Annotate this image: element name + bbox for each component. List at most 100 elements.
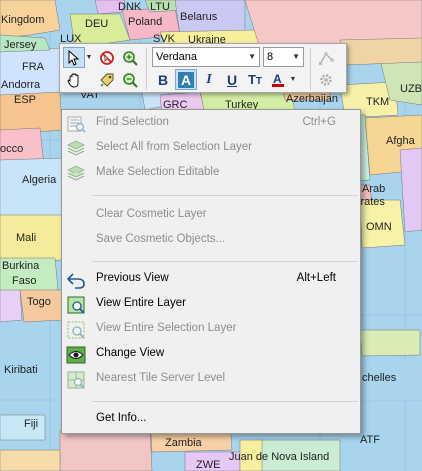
hand-icon [67,73,79,87]
map-label: FRA [22,61,45,73]
menu-item-save-cosmetic-objects[interactable]: Save Cosmetic Objects... [64,229,358,252]
menu-item-previous-view[interactable]: Previous View Alt+Left [64,268,358,291]
menu-item-select-all-from-selection-layer[interactable]: Select All from Selection Layer [64,137,358,160]
gear-icon [320,73,332,86]
previous-view-icon [67,273,85,289]
label-tag-icon [100,73,114,87]
change-view-icon [66,346,86,364]
select-tool-dropdown[interactable]: ▼ [84,47,94,68]
italic-button[interactable]: I [198,69,220,90]
menu-item-shortcut: Alt+Left [296,272,336,284]
map-label: Kiribati [4,364,38,376]
font-color-dropdown[interactable]: ▼ [288,69,298,90]
menu-item-label: Change View [96,347,165,359]
menu-item-label: Get Info... [96,412,147,424]
map-label: LTU [150,1,170,13]
map-label: occo [0,143,23,155]
chevron-down-icon: ▼ [85,54,93,61]
menu-item-find-selection[interactable]: Find Selection Ctrl+G [64,112,358,135]
toolbar-separator [146,48,147,90]
clear-selection-button[interactable] [96,47,118,68]
halo-text-icon: A [177,71,195,88]
map-label: DEU [85,18,108,30]
map-label: Arab [362,183,385,195]
edit-nodes-button[interactable] [315,47,337,68]
menu-item-make-selection-editable[interactable]: Make Selection Editable [64,162,358,185]
chevron-down-icon: ▼ [292,52,300,61]
map-label: ESP [14,94,36,106]
menu-item-clear-cosmetic-layer[interactable]: Clear Cosmetic Layer [64,204,358,227]
map-label: chelles [362,372,397,384]
map-label: Fiji [24,418,38,430]
find-selection-icon [67,116,86,133]
font-name-select[interactable]: Verdana ▼ [152,47,260,67]
all-caps-button[interactable]: TT [244,69,266,90]
country-fji [0,414,46,441]
map-label: OMN [366,221,392,233]
map-label: Juan de Nova Island [229,451,329,463]
menu-item-label: Nearest Tile Server Level [96,372,226,384]
map-label: Kingdom [1,14,44,26]
menu-separator [92,401,358,402]
zoom-out-button[interactable] [119,69,141,90]
zoom-out-icon [123,72,138,88]
menu-item-get-info[interactable]: Get Info... [64,408,358,431]
map-label: ATF [360,434,380,446]
menu-item-view-entire-layer[interactable]: View Entire Layer [64,293,358,316]
bold-icon: B [157,71,169,88]
country-kaz [339,37,422,66]
menu-item-change-view[interactable]: Change View [64,343,358,366]
chevron-down-icon: ▼ [248,52,256,61]
all-caps-icon: TT [247,72,263,87]
pan-tool-button[interactable] [63,69,85,90]
map-label: Algeria [22,174,57,186]
menu-item-label: Select All from Selection Layer [96,141,252,153]
italic-icon: I [206,71,212,87]
country-gin [0,289,23,323]
map-label: TKM [366,96,389,108]
map-label: Zambia [165,437,203,449]
menu-item-nearest-tile-server-level[interactable]: Nearest Tile Server Level [64,368,358,391]
map-label: Faso [12,275,36,287]
map-label: Togo [27,296,51,308]
nearest-tile-level-icon [67,371,85,389]
country-bottom [0,449,61,471]
zoom-in-button[interactable] [119,47,141,68]
font-color-icon: A [272,72,284,87]
font-color-button[interactable]: A [267,69,289,90]
map-label: irates [358,196,385,208]
menu-item-label: Make Selection Editable [96,166,220,178]
map-label: Andorra [1,79,41,91]
arrow-pointer-icon [68,49,80,66]
style-settings-button[interactable] [315,69,337,90]
menu-item-label: Clear Cosmetic Layer [96,208,207,220]
map-label: Poland [128,16,162,28]
bold-button[interactable]: B [152,69,174,90]
menu-item-label: Previous View [96,272,169,284]
country-lka [359,329,421,357]
underline-button[interactable]: U [221,69,243,90]
clear-selection-icon [100,50,114,65]
underline-icon: U [226,71,238,88]
halo-button[interactable]: A [175,69,197,90]
label-tool-button[interactable] [96,69,118,90]
map-label: ZWE [196,459,220,471]
font-name-value: Verdana [156,51,197,63]
view-entire-layer-icon [67,296,85,314]
country-ago [59,427,153,471]
menu-item-label: Find Selection [96,116,169,128]
map-label: Jersey [4,39,37,51]
font-size-select[interactable]: 8 ▼ [263,47,304,67]
map-label: Burkina [2,260,40,272]
chevron-down-icon: ▼ [289,76,297,83]
map-label: Afgha [386,135,416,147]
map-label: DNK [118,1,142,13]
select-tool-button[interactable] [63,47,85,68]
select-all-layers-icon [67,140,85,156]
menu-separator [92,261,358,262]
make-editable-icon [67,165,85,181]
map-label: Azerbaijan [286,93,338,105]
menu-item-view-entire-selection-layer[interactable]: View Entire Selection Layer [64,318,358,341]
toolbar-separator [310,48,311,90]
view-selection-layer-icon [67,321,85,339]
